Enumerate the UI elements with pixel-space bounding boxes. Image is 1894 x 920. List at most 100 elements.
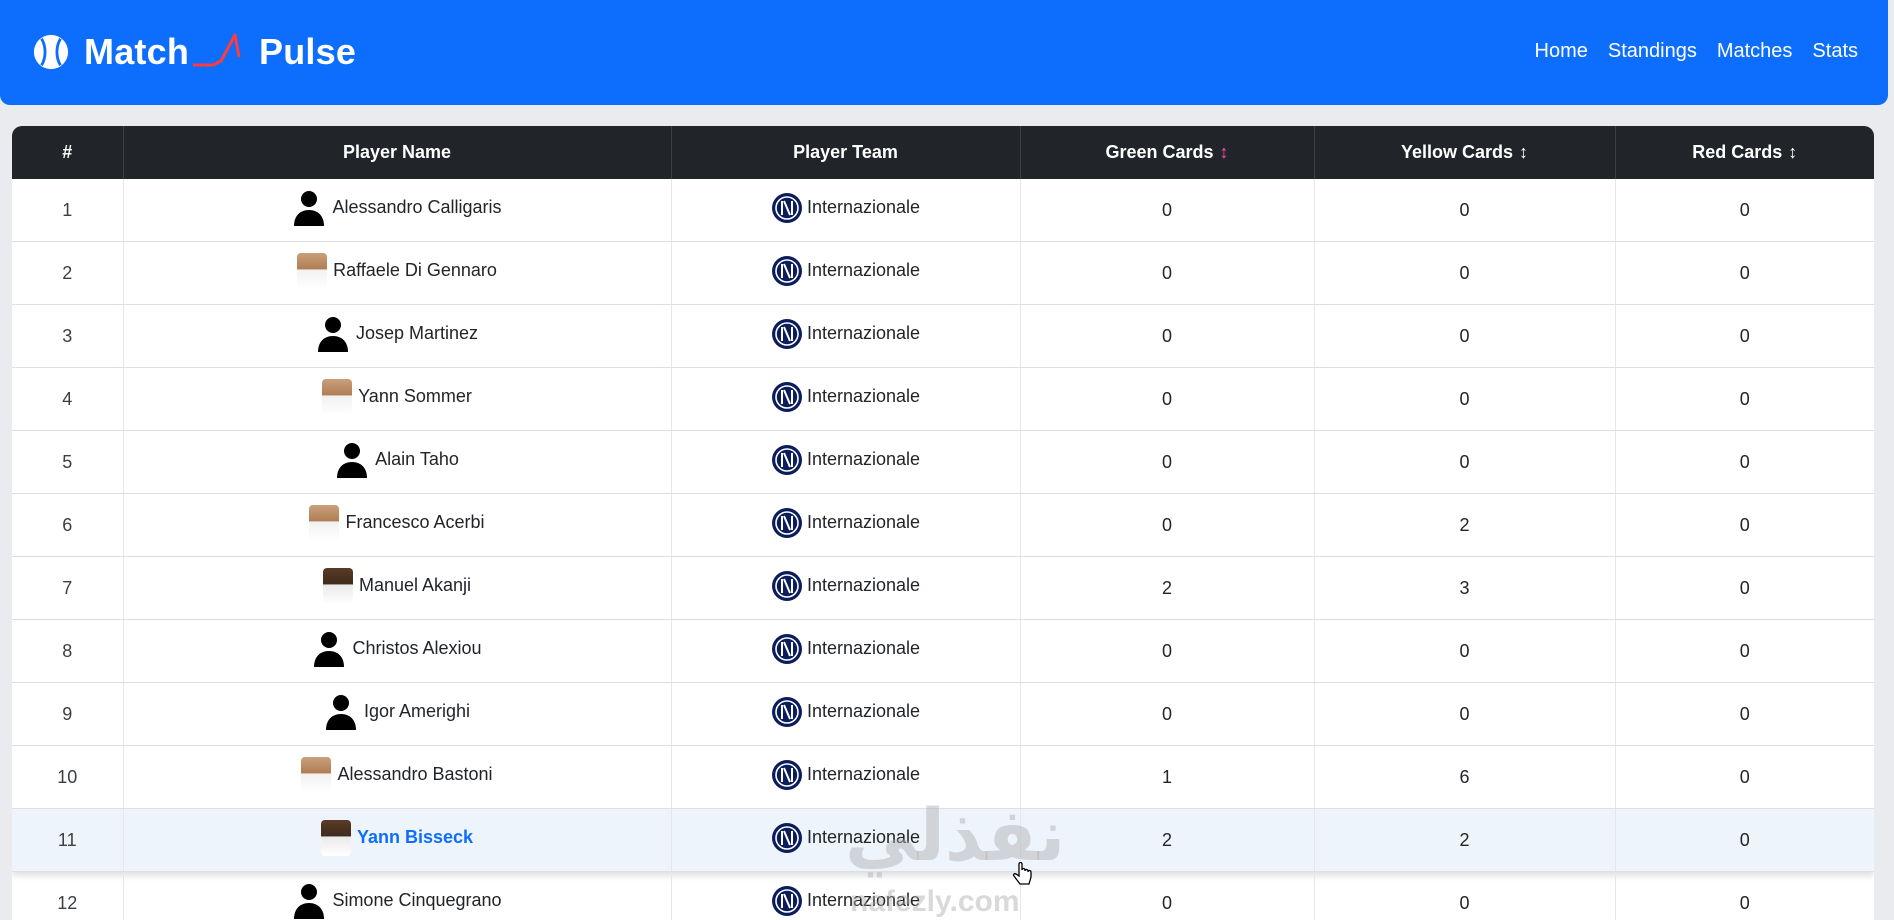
nav-stats[interactable]: Stats (1812, 40, 1858, 63)
green-cards-value: 0 (1020, 493, 1315, 557)
player-team-cell: Internazionale (671, 556, 1021, 620)
player-team-cell: Internazionale (671, 808, 1021, 872)
player-name-cell[interactable]: Christos Alexiou (123, 619, 672, 683)
green-cards-value: 2 (1020, 556, 1315, 620)
user-silhouette-icon (294, 190, 325, 226)
sort-icon[interactable]: ↕ (1220, 142, 1229, 163)
header-yellow-cards[interactable]: Yellow Cards ↕ (1314, 126, 1616, 179)
row-index: 7 (12, 556, 124, 620)
red-cards-value: 0 (1615, 304, 1874, 368)
brand-word-match: Match (84, 31, 190, 72)
yellow-cards-value: 0 (1314, 871, 1616, 920)
inter-logo-icon (771, 570, 802, 601)
yellow-cards-value: 0 (1314, 304, 1616, 368)
table-row[interactable]: 5 Alain Taho Internazionale 0 0 0 (12, 430, 1874, 494)
yellow-cards-value: 2 (1314, 493, 1616, 557)
green-cards-value: 2 (1020, 808, 1315, 872)
player-name-cell[interactable]: Josep Martinez (123, 304, 672, 368)
red-cards-value: 0 (1615, 430, 1874, 494)
header-green-cards[interactable]: Green Cards ↕ (1020, 126, 1315, 179)
yellow-cards-value: 0 (1314, 430, 1616, 494)
player-team-cell: Internazionale (671, 871, 1021, 920)
player-name-cell[interactable]: Raffaele Di Gennaro (123, 241, 672, 305)
player-name[interactable]: Yann Bisseck (357, 827, 473, 848)
sort-icon[interactable]: ↕ (1788, 142, 1797, 163)
header-player-team: Player Team (671, 126, 1021, 179)
table-row[interactable]: 8 Christos Alexiou Internazionale 0 0 0 (12, 619, 1874, 683)
player-name-cell[interactable]: Yann Sommer (123, 367, 672, 431)
green-cards-value: 0 (1020, 619, 1315, 683)
player-name[interactable]: Igor Amerighi (364, 701, 470, 722)
player-name[interactable]: Alessandro Calligaris (332, 197, 501, 218)
red-cards-value: 0 (1615, 179, 1874, 242)
player-name[interactable]: Christos Alexiou (352, 638, 481, 659)
table-row[interactable]: 3 Josep Martinez Internazionale 0 0 0 (12, 304, 1874, 368)
green-cards-value: 1 (1020, 745, 1315, 809)
green-cards-value: 0 (1020, 304, 1315, 368)
table-row[interactable]: 2 Raffaele Di Gennaro Internazionale 0 0 0 (12, 241, 1874, 305)
player-name[interactable]: Alessandro Bastoni (337, 764, 492, 785)
player-name[interactable]: Josep Martinez (356, 323, 478, 344)
table-row[interactable]: 12 Simone Cinquegrano Internazionale 0 0 0 (12, 871, 1874, 920)
player-name-cell[interactable]: Alain Taho (123, 430, 672, 494)
red-cards-value: 0 (1615, 682, 1874, 746)
header-red-cards[interactable]: Red Cards ↕ (1615, 126, 1874, 179)
team-name: Internazionale (806, 638, 921, 658)
row-index: 6 (12, 493, 124, 557)
red-cards-value: 0 (1615, 241, 1874, 305)
yellow-cards-value: 0 (1314, 682, 1616, 746)
player-name[interactable]: Alain Taho (375, 449, 459, 470)
table-row[interactable]: 11 Yann Bisseck Internazionale 2 2 0 (12, 808, 1874, 872)
row-index: 11 (12, 808, 124, 872)
team-name: Internazionale (806, 323, 921, 343)
table-row[interactable]: 9 Igor Amerighi Internazionale 0 0 0 (12, 682, 1874, 746)
yellow-cards-value: 0 (1314, 367, 1616, 431)
table-row[interactable]: 4 Yann Sommer Internazionale 0 0 0 (12, 367, 1874, 431)
player-photo (322, 378, 353, 415)
red-cards-value: 0 (1615, 619, 1874, 683)
player-name-cell[interactable]: Igor Amerighi (123, 682, 672, 746)
green-cards-value: 0 (1020, 871, 1315, 920)
table-row[interactable]: 1 Alessandro Calligaris Internazionale 0 0 0 (12, 179, 1874, 242)
red-cards-value: 0 (1615, 745, 1874, 809)
yellow-cards-value: 0 (1314, 241, 1616, 305)
player-name[interactable]: Simone Cinquegrano (332, 890, 501, 911)
nav-standings[interactable]: Standings (1608, 40, 1697, 63)
inter-logo-icon (771, 885, 802, 916)
nav-home[interactable]: Home (1535, 40, 1588, 63)
table-row[interactable]: 6 Francesco Acerbi Internazionale 0 2 0 (12, 493, 1874, 557)
yellow-cards-value: 2 (1314, 808, 1616, 872)
player-name-cell[interactable]: Yann Bisseck (123, 808, 672, 872)
team-name: Internazionale (806, 764, 921, 784)
inter-logo-icon (771, 822, 802, 853)
player-name-cell[interactable]: Alessandro Calligaris (123, 179, 672, 242)
inter-logo-icon (771, 192, 802, 223)
player-team-cell: Internazionale (671, 493, 1021, 557)
table-row[interactable]: 7 Manuel Akanji Internazionale 2 3 0 (12, 556, 1874, 620)
player-name[interactable]: Manuel Akanji (359, 575, 471, 596)
player-name-cell[interactable]: Manuel Akanji (123, 556, 672, 620)
player-team-cell: Internazionale (671, 241, 1021, 305)
nav-matches[interactable]: Matches (1717, 40, 1793, 63)
green-cards-value: 0 (1020, 179, 1315, 242)
brand-logo[interactable]: Match Pulse (32, 22, 356, 82)
team-name: Internazionale (806, 575, 921, 595)
player-name[interactable]: Raffaele Di Gennaro (333, 260, 497, 281)
player-name[interactable]: Francesco Acerbi (345, 512, 484, 533)
team-name: Internazionale (806, 701, 921, 721)
team-name: Internazionale (806, 890, 921, 910)
cards-table: # Player Name Player Team Green Cards ↕ Y… (12, 126, 1874, 920)
row-index: 2 (12, 241, 124, 305)
sort-icon[interactable]: ↕ (1519, 142, 1528, 163)
player-name[interactable]: Yann Sommer (358, 386, 472, 407)
user-silhouette-icon (314, 631, 345, 667)
green-cards-value: 0 (1020, 430, 1315, 494)
player-name-cell[interactable]: Alessandro Bastoni (123, 745, 672, 809)
red-cards-value: 0 (1615, 808, 1874, 872)
row-index: 12 (12, 871, 124, 920)
yellow-cards-value: 0 (1314, 179, 1616, 242)
table-header-row: # Player Name Player Team Green Cards ↕ Y… (12, 126, 1874, 179)
table-row[interactable]: 10 Alessandro Bastoni Internazionale 1 6 0 (12, 745, 1874, 809)
player-name-cell[interactable]: Francesco Acerbi (123, 493, 672, 557)
player-name-cell[interactable]: Simone Cinquegrano (123, 871, 672, 920)
